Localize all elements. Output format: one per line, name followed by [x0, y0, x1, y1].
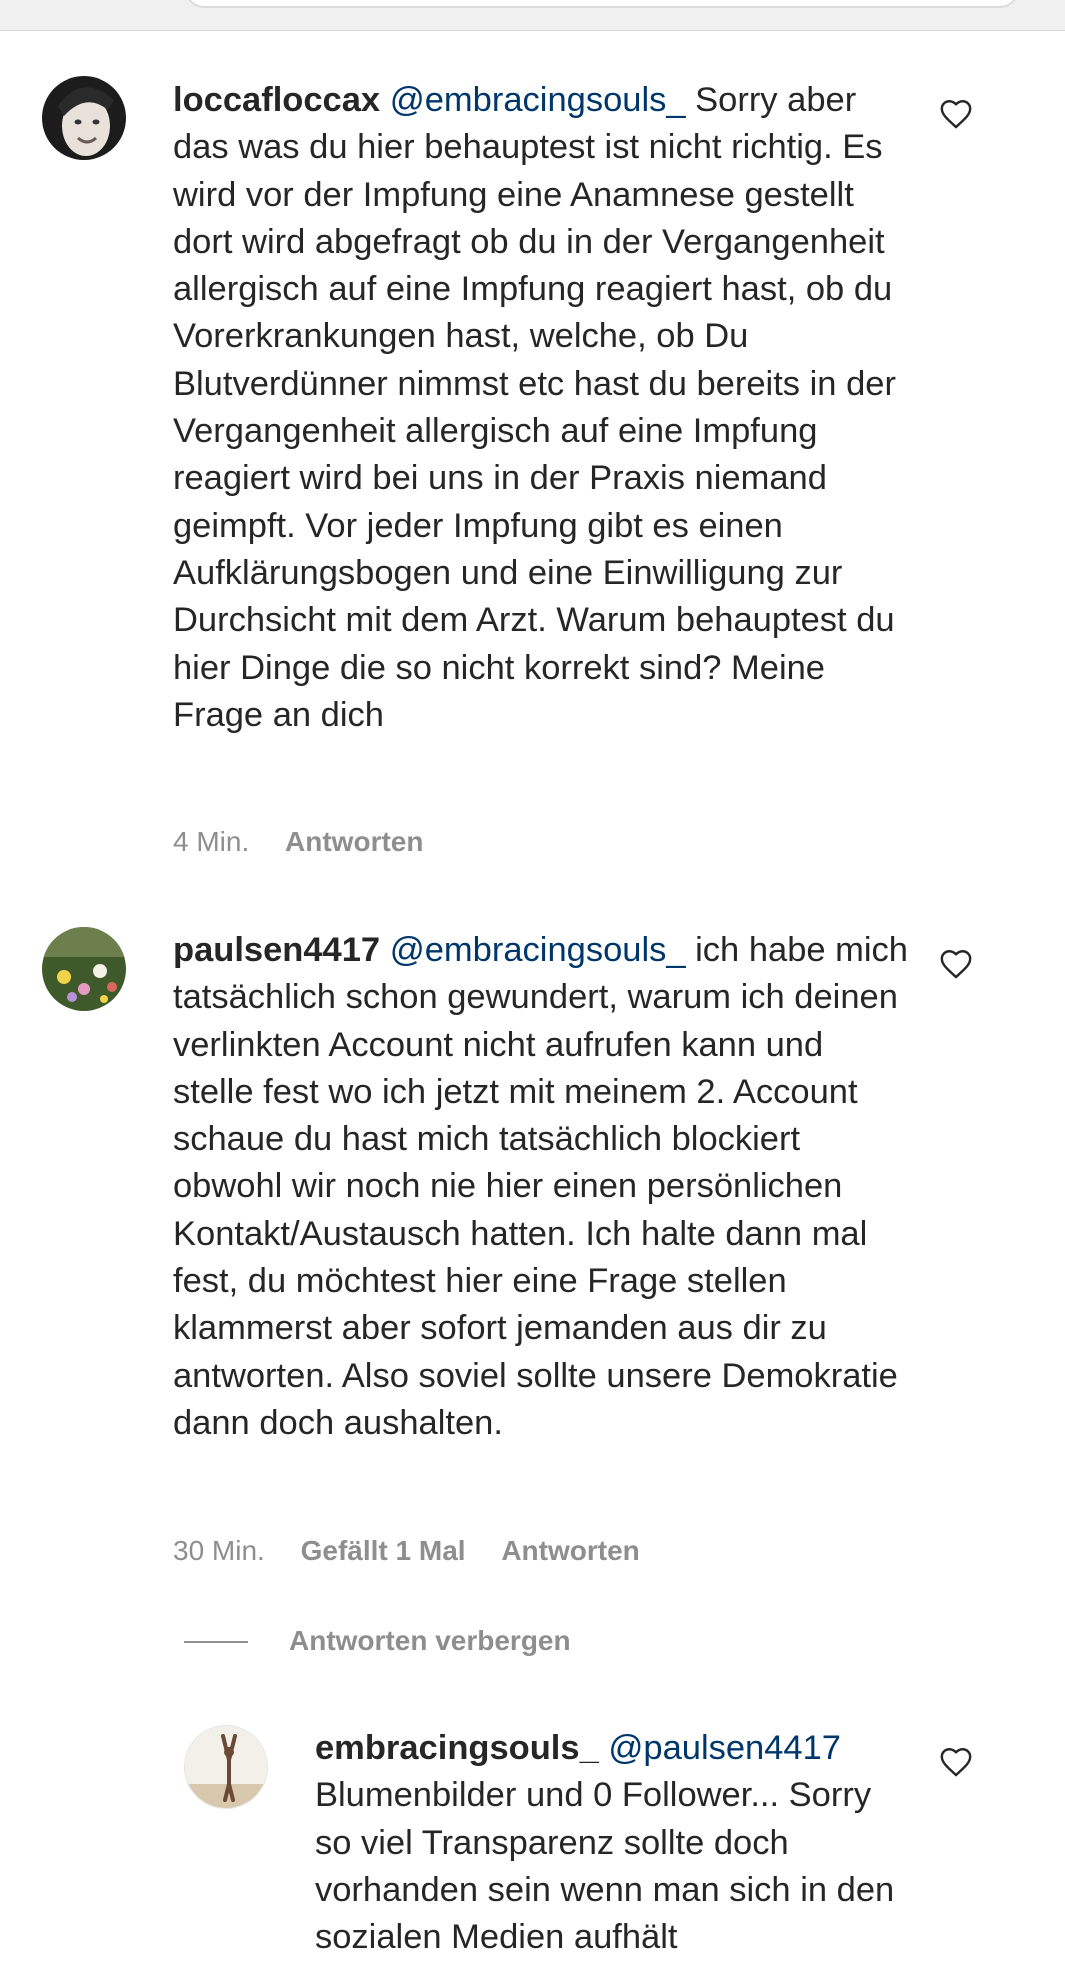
comment-username[interactable]: paulsen4417 [173, 931, 380, 969]
reply-button[interactable]: Antworten [501, 1535, 639, 1566]
reply-button[interactable]: Antworten [285, 826, 423, 857]
comment-input[interactable] [185, 0, 1019, 8]
avatar[interactable] [42, 927, 126, 1011]
heart-outline-icon[interactable] [939, 1746, 973, 1780]
comment-time: 30 Min. [173, 1535, 265, 1566]
comment-text: loccafloccax @embracingsouls_ Sorry aber… [173, 77, 908, 739]
comment-text: paulsen4417 @embracingsouls_ ich habe mi… [173, 927, 908, 1447]
hide-replies-button[interactable]: Antworten verbergen [289, 1625, 571, 1657]
comment-time: 4 Min. [173, 826, 250, 857]
comment-meta: 4 Min. Antworten [173, 826, 451, 858]
comment-body: Sorry aber das was du hier behauptest is… [173, 81, 896, 734]
comment-meta: 30 Min. Gefällt 1 Mal Antworten [173, 1535, 668, 1567]
avatar[interactable] [42, 76, 126, 160]
replies-divider [184, 1641, 248, 1643]
comment-mention[interactable]: @embracingsouls_ [390, 81, 686, 119]
avatar[interactable] [184, 1725, 268, 1809]
likes-count-button[interactable]: Gefällt 1 Mal [301, 1535, 466, 1566]
comment-text: embracingsouls_ @paulsen4417 Blumenbilde… [315, 1725, 915, 1961]
comment-username[interactable]: loccafloccax [173, 81, 380, 119]
comment-mention[interactable]: @paulsen4417 [608, 1729, 841, 1767]
heart-outline-icon[interactable] [939, 98, 973, 132]
comment-body: Blumenbilder und 0 Follower... Sorry so … [315, 1776, 895, 1957]
comment-body: ich habe mich tatsächlich schon gewunder… [173, 931, 908, 1442]
comment-username[interactable]: embracingsouls_ [315, 1729, 599, 1767]
heart-outline-icon[interactable] [939, 948, 973, 982]
top-bar [0, 0, 1065, 31]
comment-mention[interactable]: @embracingsouls_ [390, 931, 686, 969]
